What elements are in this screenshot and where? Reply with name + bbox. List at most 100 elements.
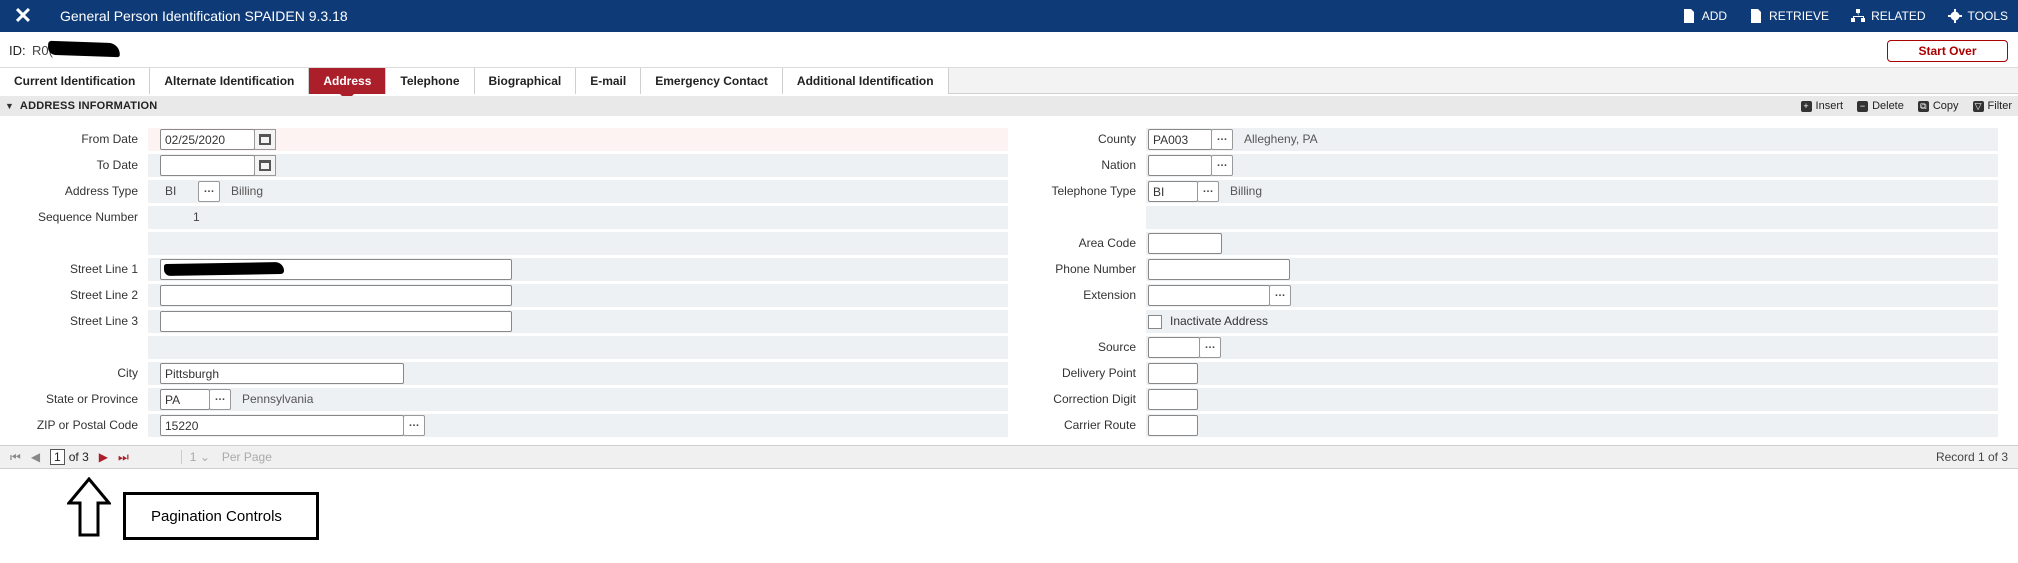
insert-button[interactable]: + Insert bbox=[1800, 100, 1843, 112]
sequence-number-label: Sequence Number bbox=[37, 210, 138, 224]
sequence-row: Sequence Number 1 bbox=[38, 206, 1008, 229]
correction-digit-input[interactable] bbox=[1148, 389, 1198, 410]
per-page-value: 1 bbox=[189, 450, 197, 464]
retrieve-icon bbox=[1751, 9, 1762, 23]
nation-lookup-button[interactable]: … bbox=[1211, 155, 1233, 176]
street-line-2-input[interactable] bbox=[160, 285, 512, 306]
county-input[interactable] bbox=[1148, 129, 1212, 150]
first-page-icon[interactable]: ⏮ bbox=[10, 450, 21, 465]
zip-row: ZIP or Postal Code … bbox=[37, 414, 1008, 437]
blank-row bbox=[148, 336, 1008, 359]
page-title: General Person Identification SPAIDEN 9.… bbox=[60, 8, 348, 24]
county-lookup-button[interactable]: … bbox=[1211, 129, 1233, 150]
area-code-input[interactable] bbox=[1148, 233, 1222, 254]
carrier-route-input[interactable] bbox=[1148, 415, 1198, 436]
tools-label: TOOLS bbox=[1967, 9, 2008, 23]
state-row: State or Province … Pennsylvania bbox=[46, 388, 1008, 411]
source-input[interactable] bbox=[1148, 337, 1200, 358]
telephone-type-row: Telephone Type … Billing bbox=[1051, 180, 1998, 203]
delivery-point-input[interactable] bbox=[1148, 363, 1198, 384]
tab-alternate-identification[interactable]: Alternate Identification bbox=[150, 68, 310, 94]
section-tools: + Insert − Delete ⧉ Copy ▽ Filter bbox=[1800, 96, 2012, 116]
zip-input[interactable] bbox=[160, 415, 404, 436]
page-number-input[interactable]: 1 bbox=[50, 449, 65, 465]
retrieve-button[interactable]: RETRIEVE bbox=[1749, 9, 1829, 23]
previous-page-icon[interactable]: ◀ bbox=[31, 450, 40, 464]
address-type-row: Address Type BI … Billing bbox=[65, 180, 1008, 203]
to-date-input[interactable] bbox=[160, 155, 255, 176]
state-desc: Pennsylvania bbox=[242, 392, 314, 406]
redaction-mark bbox=[47, 40, 121, 58]
filter-button[interactable]: ▽ Filter bbox=[1972, 100, 2012, 112]
street1-row: Street Line 1 bbox=[70, 258, 1008, 281]
street-line-1-label: Street Line 1 bbox=[69, 262, 138, 276]
county-row: County … Allegheny, PA bbox=[1098, 128, 1998, 151]
start-over-button[interactable]: Start Over bbox=[1887, 40, 2008, 62]
tab-address[interactable]: Address bbox=[309, 68, 387, 101]
last-page-icon[interactable]: ⏭ bbox=[118, 450, 129, 465]
gear-icon bbox=[1947, 9, 1962, 23]
city-input[interactable] bbox=[160, 363, 404, 384]
add-button[interactable]: ADD bbox=[1682, 9, 1727, 23]
zip-lookup-button[interactable]: … bbox=[403, 415, 425, 436]
tab-current-identification[interactable]: Current Identification bbox=[0, 68, 151, 94]
inactivate-address-label: Inactivate Address bbox=[1170, 314, 1269, 328]
key-block: ID: R0( Start Over bbox=[0, 34, 2018, 68]
telephone-type-label: Telephone Type bbox=[1051, 184, 1136, 198]
id-label: ID: bbox=[9, 43, 26, 58]
extension-input[interactable] bbox=[1148, 285, 1270, 306]
blank-row bbox=[1146, 206, 1998, 229]
per-page-label: Per Page bbox=[221, 450, 272, 464]
nation-row: Nation … bbox=[1101, 154, 1998, 177]
correction-digit-label: Correction Digit bbox=[1053, 392, 1136, 406]
tab-biographical[interactable]: Biographical bbox=[474, 68, 577, 94]
nation-input[interactable] bbox=[1148, 155, 1212, 176]
carrier-route-label: Carrier Route bbox=[1063, 418, 1136, 432]
sequence-number-value: 1 bbox=[193, 210, 200, 224]
delete-icon: − bbox=[1857, 100, 1869, 112]
tools-button[interactable]: TOOLS bbox=[1947, 9, 2008, 23]
telephone-type-lookup-button[interactable]: … bbox=[1197, 181, 1219, 202]
street-line-3-input[interactable] bbox=[160, 311, 512, 332]
copy-label: Copy bbox=[1932, 100, 1959, 112]
from-date-row: From Date bbox=[81, 128, 1008, 151]
close-icon[interactable]: ✕ bbox=[0, 0, 46, 32]
per-page-select[interactable]: 1 ⌄ bbox=[180, 450, 210, 464]
delete-button[interactable]: − Delete bbox=[1857, 100, 1904, 112]
telephone-type-input[interactable] bbox=[1148, 181, 1198, 202]
state-lookup-button[interactable]: … bbox=[209, 389, 231, 410]
tab-telephone[interactable]: Telephone bbox=[386, 68, 475, 94]
collapse-caret-icon[interactable]: ▼ bbox=[5, 101, 14, 111]
tab-email[interactable]: E-mail bbox=[576, 68, 642, 94]
city-row: City bbox=[117, 362, 1008, 385]
next-page-icon[interactable]: ▶ bbox=[99, 450, 108, 464]
copy-icon: ⧉ bbox=[1917, 100, 1929, 112]
state-input[interactable] bbox=[160, 389, 210, 410]
source-lookup-button[interactable]: … bbox=[1199, 337, 1221, 358]
street-line-2-label: Street Line 2 bbox=[69, 288, 138, 302]
phone-number-label: Phone Number bbox=[1055, 262, 1136, 276]
tab-emergency-contact[interactable]: Emergency Contact bbox=[641, 68, 783, 94]
county-desc: Allegheny, PA bbox=[1244, 132, 1318, 146]
street-line-3-label: Street Line 3 bbox=[69, 314, 138, 328]
extension-lookup-button[interactable]: … bbox=[1269, 285, 1291, 306]
record-count: Record 1 of 3 bbox=[1935, 450, 2008, 464]
copy-button[interactable]: ⧉ Copy bbox=[1917, 100, 1959, 112]
section-header: ▼ ADDRESS INFORMATION + Insert − Delete ⧉ C… bbox=[0, 96, 2018, 116]
delivery-point-row: Delivery Point bbox=[1062, 362, 1998, 385]
from-date-input[interactable] bbox=[160, 129, 255, 150]
address-type-label: Address Type bbox=[64, 184, 138, 198]
calendar-icon[interactable] bbox=[254, 155, 276, 176]
address-type-desc: Billing bbox=[231, 184, 264, 198]
correction-digit-row: Correction Digit bbox=[1053, 388, 1998, 411]
inactivate-address-checkbox[interactable] bbox=[1148, 315, 1162, 329]
address-type-lookup-button[interactable]: … bbox=[198, 181, 220, 202]
telephone-type-desc: Billing bbox=[1230, 184, 1263, 198]
phone-number-input[interactable] bbox=[1148, 259, 1290, 280]
tab-additional-identification[interactable]: Additional Identification bbox=[782, 68, 949, 94]
extension-label: Extension bbox=[1083, 288, 1136, 302]
calendar-icon[interactable] bbox=[254, 129, 276, 150]
filter-label: Filter bbox=[1987, 100, 2012, 112]
street2-row: Street Line 2 bbox=[70, 284, 1008, 307]
related-button[interactable]: RELATED bbox=[1851, 9, 1926, 23]
